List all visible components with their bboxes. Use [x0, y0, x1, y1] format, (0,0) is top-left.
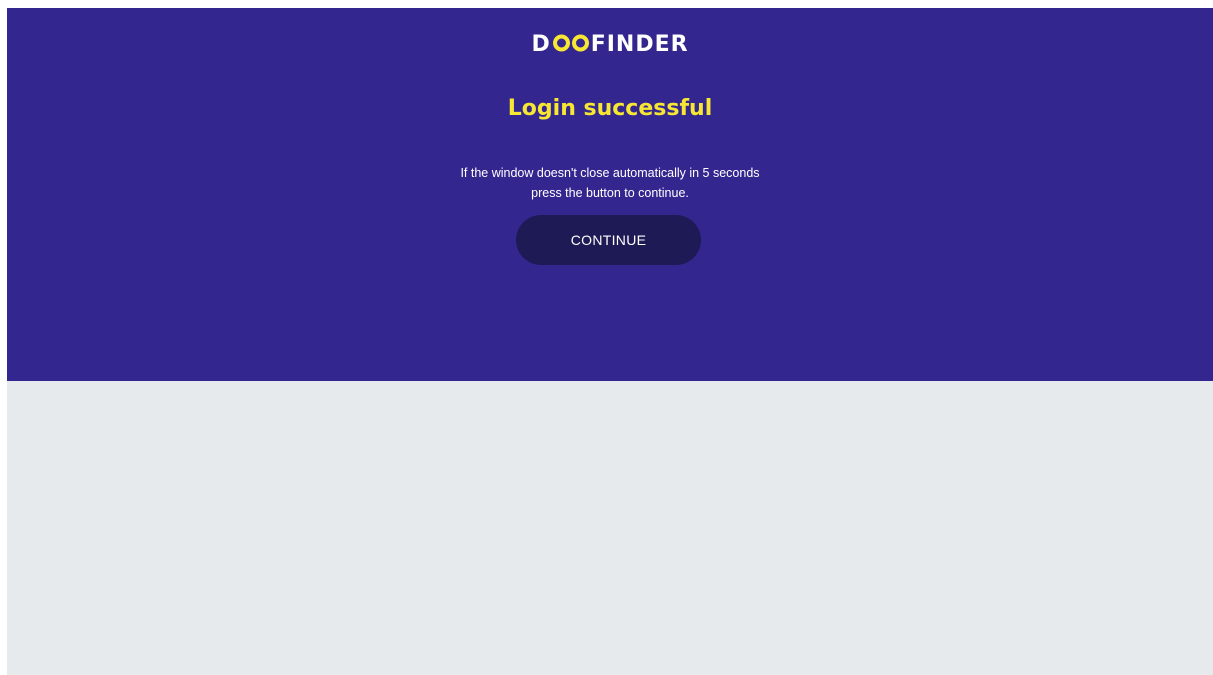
- page-background: D FINDER Login successful If the window d…: [7, 8, 1213, 675]
- status-message: If the window doesn't close automaticall…: [7, 163, 1213, 203]
- status-message-line-1: If the window doesn't close automaticall…: [460, 166, 760, 180]
- logo-suffix: FINDER: [590, 32, 689, 57]
- logo-prefix: D: [531, 32, 551, 57]
- infinity-eyes-icon: [552, 34, 589, 52]
- doofinder-logo: D FINDER: [7, 33, 1213, 57]
- hero-banner: D FINDER Login successful If the window d…: [7, 8, 1213, 381]
- page-title: Login successful: [507, 96, 713, 121]
- status-message-line-2: press the button to continue.: [531, 186, 689, 200]
- continue-button[interactable]: CONTINUE: [516, 215, 701, 265]
